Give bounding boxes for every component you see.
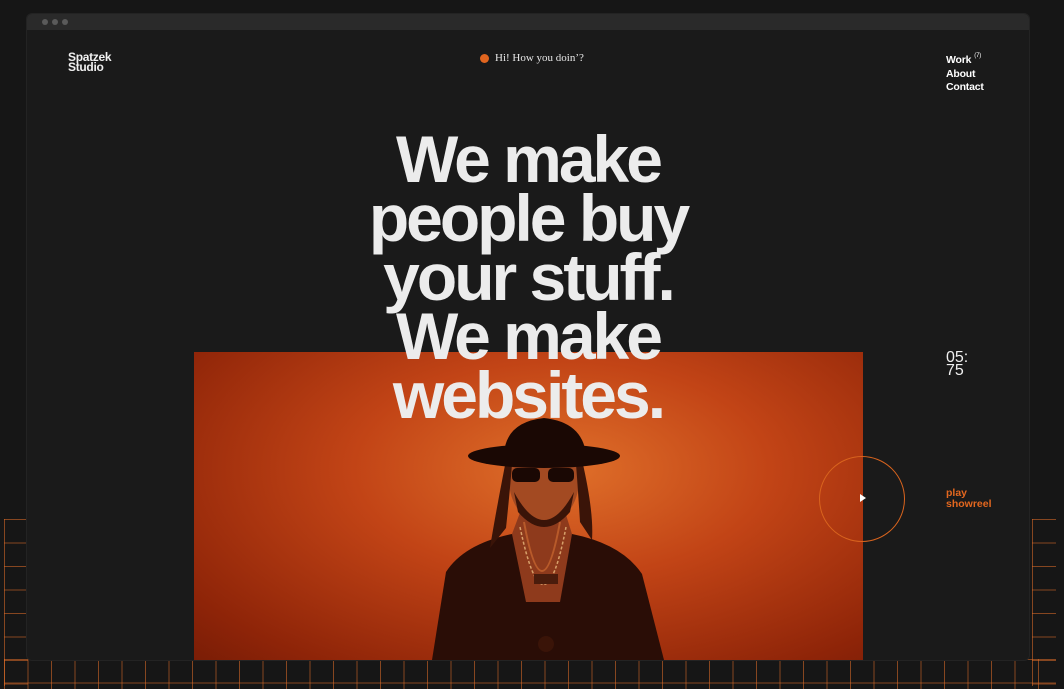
headline-line-5: websites. [392, 358, 666, 432]
nav-item-work[interactable]: Work (7) [946, 50, 984, 68]
work-count-badge: (7) [974, 53, 981, 59]
window-titlebar [27, 14, 1029, 30]
play-icon [860, 494, 866, 502]
greeting-text: Hi! How you doin’? [495, 52, 584, 64]
main-nav: Work (7) About Contact [946, 50, 984, 95]
studio-logo[interactable]: Spatzek Studio [68, 51, 112, 73]
window-maximize-dot[interactable] [62, 19, 68, 25]
greeting: Hi! How you doin’? [480, 52, 584, 64]
showreel-line-1: play [946, 487, 968, 499]
background-grid-bottom [4, 659, 1056, 689]
play-showreel-link[interactable]: play showreel [946, 488, 992, 509]
window-minimize-dot[interactable] [52, 19, 58, 25]
nav-item-about[interactable]: About [946, 68, 984, 82]
play-showreel-button[interactable] [819, 456, 905, 542]
browser-window: Spatzek Studio Hi! How you doin’? Work (7… [27, 14, 1029, 660]
status-dot-icon [480, 53, 489, 63]
showreel-line-2: showreel [946, 497, 992, 510]
nav-item-work-label: Work [946, 54, 972, 66]
window-close-dot[interactable] [42, 19, 48, 25]
nav-item-contact[interactable]: Contact [946, 81, 984, 95]
hero-headline: We make people buy your stuff. We make w… [27, 126, 1029, 432]
